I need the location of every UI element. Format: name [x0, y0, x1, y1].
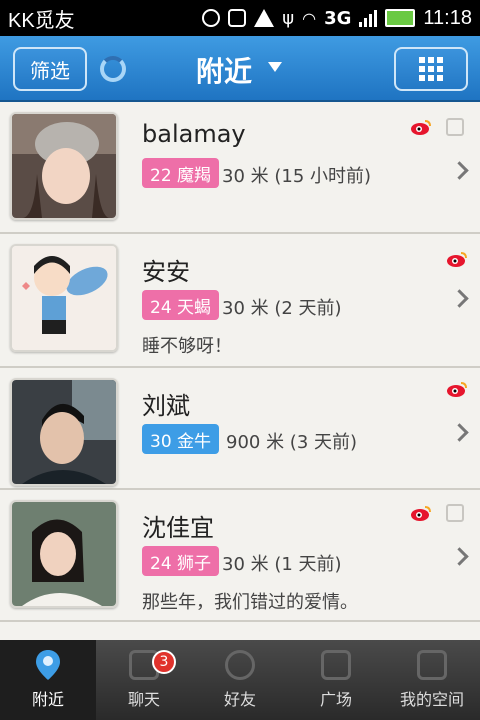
distance-time: 30 米 (2 天前) — [222, 298, 342, 319]
age-zodiac-badge: 22 魔羯 — [142, 158, 220, 188]
tencent-weibo-icon — [446, 504, 464, 522]
tab-label: 广场 — [319, 690, 352, 709]
tab-label: 好友 — [223, 690, 256, 709]
bottom-tab-bar: 附近 3 聊天 好友 广场 我的空间 — [0, 640, 480, 720]
friends-icon — [225, 650, 255, 680]
tab-label: 我的空间 — [399, 690, 464, 709]
tab-my-space[interactable]: 我的空间 — [384, 640, 480, 720]
distance-time: 30 米 (1 天前) — [222, 554, 342, 575]
tab-chat[interactable]: 3 聊天 — [96, 640, 192, 720]
user-status: 那些年，我们错过的爱情。 — [142, 592, 358, 613]
list-item[interactable]: 沈佳宜 24 狮子 30 米 (1 天前) 那些年，我们错过的爱情。 — [0, 490, 480, 622]
grid-view-button[interactable] — [394, 47, 468, 91]
chevron-right-icon[interactable] — [450, 547, 469, 566]
weibo-icon — [447, 382, 467, 397]
list-item[interactable]: 安安 24 天蝎 30 米 (2 天前) 睡不够呀！ — [0, 234, 480, 368]
user-name: balamay — [142, 120, 246, 148]
avatar[interactable] — [10, 378, 118, 486]
grid-icon — [419, 57, 443, 81]
network-type-label: 3G — [324, 7, 352, 29]
usb-icon: ψ — [282, 7, 295, 29]
tencent-weibo-icon — [446, 118, 464, 136]
user-name: 沈佳宜 — [142, 514, 214, 542]
tab-plaza[interactable]: 广场 — [288, 640, 384, 720]
tab-friends[interactable]: 好友 — [192, 640, 288, 720]
avatar-photo-icon — [12, 502, 116, 606]
status-icons: ψ ◠ 3G 11:18 — [202, 7, 472, 30]
wifi-icon: ◠ — [302, 8, 317, 28]
user-name: 安安 — [142, 258, 190, 286]
nearby-user-list[interactable]: balamay 22 魔羯 30 米 (15 小时前) 安安 24 天蝎 30 … — [0, 102, 480, 640]
app-notification-icon — [228, 9, 247, 27]
weibo-icon — [447, 252, 467, 267]
weibo-icon — [411, 120, 431, 135]
avatar[interactable] — [10, 112, 118, 220]
battery-icon — [385, 9, 416, 27]
my-space-icon — [417, 650, 447, 680]
status-app-name: KK觅友 — [8, 9, 75, 32]
age-zodiac-badge: 24 狮子 — [142, 546, 220, 576]
warning-icon — [254, 9, 275, 27]
list-item[interactable]: balamay 22 魔羯 30 米 (15 小时前) — [0, 102, 480, 234]
list-item[interactable] — [0, 622, 480, 640]
avatar-cartoon-icon — [12, 246, 116, 350]
tab-label: 附近 — [31, 690, 64, 709]
page-title[interactable]: 附近 — [196, 50, 252, 90]
avatar[interactable] — [10, 500, 118, 608]
tab-label: 聊天 — [127, 690, 160, 709]
app-header: 筛选 附近 — [0, 36, 480, 102]
age-zodiac-badge: 24 天蝎 — [142, 290, 220, 320]
filter-button[interactable]: 筛选 — [13, 47, 87, 91]
chevron-right-icon[interactable] — [450, 423, 469, 442]
loading-spinner-icon — [100, 56, 126, 82]
plaza-icon — [321, 650, 351, 680]
message-notification-icon — [202, 9, 221, 27]
chevron-right-icon[interactable] — [450, 289, 469, 308]
tab-nearby[interactable]: 附近 — [0, 640, 96, 720]
avatar[interactable] — [10, 244, 118, 352]
user-status: 睡不够呀！ — [142, 336, 232, 357]
dropdown-caret-icon[interactable] — [268, 62, 282, 72]
avatar-photo-icon — [12, 114, 116, 218]
status-time: 11:18 — [423, 6, 472, 29]
weibo-icon — [411, 506, 431, 521]
chevron-right-icon[interactable] — [450, 161, 469, 180]
avatar-photo-icon — [12, 380, 116, 484]
list-item[interactable]: 刘斌 30 金牛 900 米 (3 天前) — [0, 368, 480, 490]
distance-time: 30 米 (15 小时前) — [222, 166, 372, 187]
signal-icon — [359, 9, 378, 27]
status-bar: KK觅友 ψ ◠ 3G 11:18 — [0, 0, 480, 36]
distance-time: 900 米 (3 天前) — [226, 432, 358, 453]
age-zodiac-badge: 30 金牛 — [142, 424, 220, 454]
user-name: 刘斌 — [142, 392, 190, 420]
unread-count-badge: 3 — [152, 650, 176, 674]
location-pin-icon — [36, 650, 60, 680]
